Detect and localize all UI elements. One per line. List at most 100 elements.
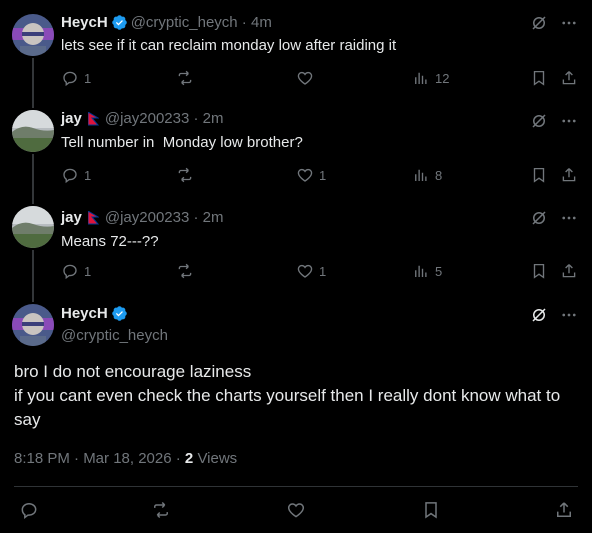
main-text-line: say bbox=[14, 410, 41, 429]
main-text-line: bro I do not encourage laziness bbox=[14, 362, 252, 381]
tweet-1[interactable]: HeycH @cryptic_heych · 4m lets see if it… bbox=[0, 0, 592, 96]
verified-badge-icon bbox=[111, 15, 127, 30]
verified-badge-icon bbox=[111, 306, 127, 321]
nepal-flag-icon bbox=[87, 210, 99, 224]
repost-icon bbox=[178, 263, 192, 279]
timestamp[interactable]: 2m bbox=[203, 209, 224, 226]
more-icon[interactable] bbox=[560, 14, 578, 32]
main-like-button[interactable] bbox=[286, 500, 306, 520]
repost-icon bbox=[178, 167, 192, 183]
share-icon[interactable] bbox=[560, 166, 578, 184]
heart-icon bbox=[297, 71, 313, 85]
more-icon[interactable] bbox=[560, 306, 578, 324]
tweet-text: Tell number in Monday low brother? bbox=[61, 134, 303, 151]
grok-icon[interactable] bbox=[530, 306, 548, 324]
views-count: 2 bbox=[184, 450, 194, 467]
like-button[interactable] bbox=[296, 69, 319, 87]
handle[interactable]: @cryptic_heych bbox=[131, 14, 238, 31]
reply-icon bbox=[63, 264, 77, 280]
tweet-text: Means 72---?? bbox=[61, 233, 159, 250]
more-icon[interactable] bbox=[560, 112, 578, 130]
post-date[interactable]: 8:18 PM · Mar 18, 2026 · bbox=[14, 450, 185, 467]
views-count: 12 bbox=[435, 70, 450, 86]
tweet-header: jay @jay200233 · 2m bbox=[61, 110, 224, 127]
main-text-line: if you cant even check the charts yourse… bbox=[14, 386, 561, 405]
share-icon[interactable] bbox=[560, 69, 578, 87]
main-reply-button[interactable] bbox=[19, 500, 39, 520]
views-icon bbox=[415, 169, 427, 181]
tweet-meta: 8:18 PM · Mar 18, 2026 · 2 Views bbox=[14, 450, 237, 467]
grok-icon[interactable] bbox=[530, 112, 548, 130]
like-button[interactable]: 1 bbox=[296, 166, 326, 184]
handle[interactable]: @jay200233 bbox=[105, 110, 189, 127]
views-button[interactable]: 12 bbox=[412, 69, 449, 87]
heart-icon bbox=[287, 503, 305, 518]
tweet-header: jay @jay200233 · 2m bbox=[61, 209, 224, 226]
nepal-flag-icon bbox=[87, 111, 99, 125]
tweet-2[interactable]: jay @jay200233 · 2m Tell number in Monda… bbox=[0, 96, 592, 192]
avatar[interactable] bbox=[12, 14, 54, 56]
timestamp[interactable]: 2m bbox=[203, 110, 224, 127]
reply-icon bbox=[63, 71, 77, 87]
reply-button[interactable]: 1 bbox=[61, 69, 91, 87]
display-name[interactable]: HeycH bbox=[61, 305, 108, 322]
tweet-top-icons bbox=[530, 14, 578, 32]
tweet-top-icons bbox=[530, 209, 578, 227]
views-button[interactable]: 5 bbox=[412, 262, 442, 280]
repost-button[interactable] bbox=[176, 69, 194, 87]
main-repost-button[interactable] bbox=[151, 500, 171, 520]
tweet-3[interactable]: jay @jay200233 · 2m Means 72---?? 1 1 5 bbox=[0, 192, 592, 288]
main-top-icons bbox=[530, 306, 578, 324]
share-icon bbox=[557, 502, 571, 517]
timestamp[interactable]: 4m bbox=[251, 14, 272, 31]
tweet-text: lets see if it can reclaim monday low af… bbox=[61, 37, 397, 54]
main-handle[interactable]: @cryptic_heych bbox=[61, 327, 168, 344]
heart-icon bbox=[297, 264, 313, 278]
heart-icon bbox=[297, 168, 313, 182]
reply-icon bbox=[63, 168, 77, 184]
separator: · bbox=[237, 14, 251, 31]
handle[interactable]: @jay200233 bbox=[105, 209, 189, 226]
main-avatar[interactable] bbox=[12, 304, 54, 346]
divider bbox=[14, 486, 578, 487]
bookmark-icon[interactable] bbox=[530, 69, 548, 87]
more-icon[interactable] bbox=[560, 209, 578, 227]
main-tweet-text: bro I do not encourage laziness if you c… bbox=[14, 360, 584, 432]
reply-count: 1 bbox=[84, 167, 92, 183]
main-name-row: HeycH bbox=[61, 305, 131, 322]
separator: · bbox=[189, 110, 203, 127]
views-icon bbox=[415, 72, 427, 84]
bookmark-icon bbox=[425, 502, 437, 519]
views-label: Views bbox=[197, 450, 238, 467]
views-icon bbox=[415, 265, 427, 277]
display-name[interactable]: HeycH bbox=[61, 14, 108, 31]
views-count: 8 bbox=[435, 167, 443, 183]
main-share-button[interactable] bbox=[554, 500, 574, 520]
grok-icon[interactable] bbox=[530, 14, 548, 32]
reply-count: 1 bbox=[84, 263, 92, 279]
views-button[interactable]: 8 bbox=[412, 166, 442, 184]
repost-button[interactable] bbox=[176, 166, 194, 184]
reply-button[interactable]: 1 bbox=[61, 166, 91, 184]
tweet-top-icons bbox=[530, 112, 578, 130]
grok-icon[interactable] bbox=[530, 209, 548, 227]
avatar[interactable] bbox=[12, 110, 54, 152]
display-name[interactable]: jay bbox=[61, 209, 82, 226]
avatar[interactable] bbox=[12, 206, 54, 248]
main-bookmark-button[interactable] bbox=[421, 500, 441, 520]
repost-icon bbox=[154, 501, 168, 519]
views-count: 5 bbox=[435, 263, 443, 279]
reply-button[interactable]: 1 bbox=[61, 262, 91, 280]
tweet-header: HeycH @cryptic_heych · 4m bbox=[61, 14, 272, 31]
reply-count: 1 bbox=[84, 70, 92, 86]
bookmark-icon[interactable] bbox=[530, 166, 548, 184]
share-icon[interactable] bbox=[560, 262, 578, 280]
bookmark-icon[interactable] bbox=[530, 262, 548, 280]
like-button[interactable]: 1 bbox=[296, 262, 326, 280]
repost-button[interactable] bbox=[176, 262, 194, 280]
like-count: 1 bbox=[319, 167, 327, 183]
like-count: 1 bbox=[319, 263, 327, 279]
display-name[interactable]: jay bbox=[61, 110, 82, 127]
reply-icon bbox=[21, 502, 37, 520]
separator: · bbox=[189, 209, 203, 226]
